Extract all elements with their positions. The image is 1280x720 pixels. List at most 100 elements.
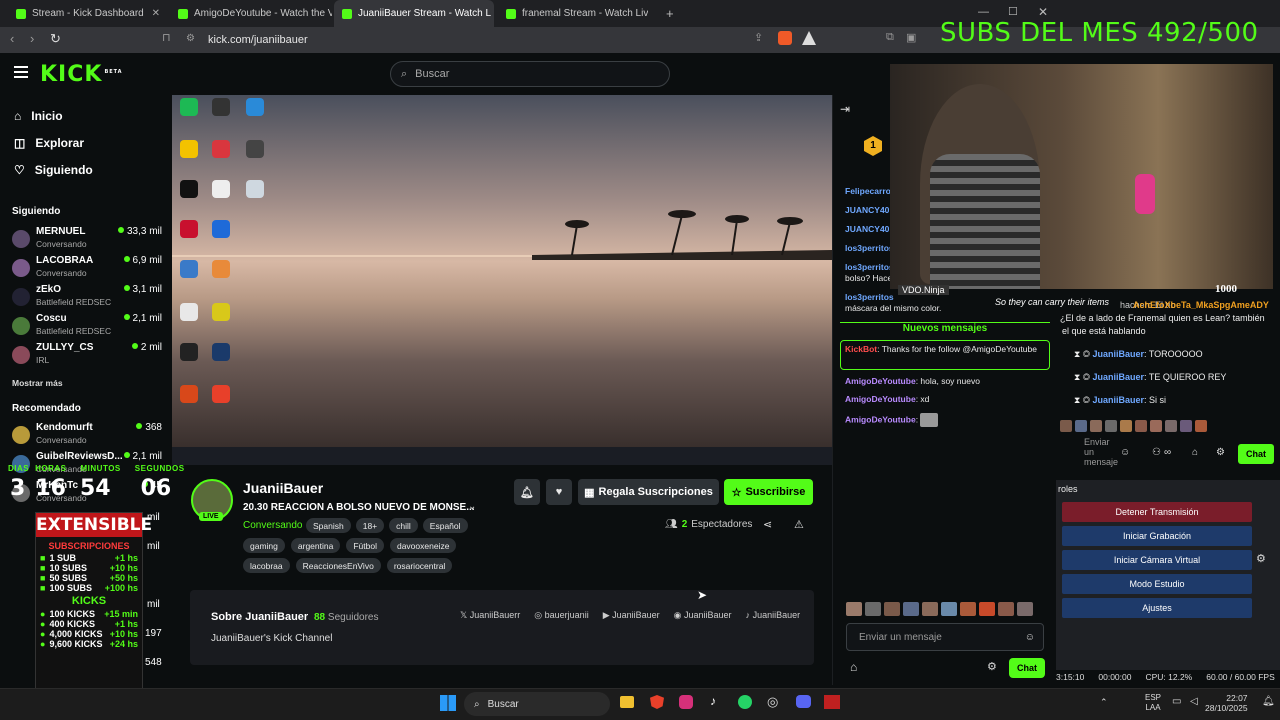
clock[interactable]: 22:07 28/10/2025 — [1205, 693, 1248, 713]
sidebar-channel-zullyy[interactable]: ZULLYY_CS IRL 2 mil — [12, 342, 162, 370]
obs-icon[interactable] — [180, 343, 198, 361]
windows-start-icon[interactable] — [440, 695, 456, 711]
app-icon[interactable] — [180, 180, 198, 198]
studio-mode-button[interactable]: Modo Estudio — [1062, 574, 1252, 594]
discord-icon[interactable] — [796, 695, 811, 708]
new-messages-divider[interactable]: Nuevos mensajes — [840, 322, 1050, 334]
notifications-button[interactable]: 🔔︎ — [514, 479, 540, 505]
file-icon[interactable] — [212, 180, 230, 198]
network-icon[interactable]: ▭ — [1172, 696, 1181, 707]
app-icon[interactable] — [824, 695, 840, 709]
channel-name[interactable]: JuaniiBauer — [243, 480, 323, 496]
gift-subs-button[interactable]: ▦ Regala Suscripciones — [578, 479, 719, 505]
show-more-link[interactable]: Mostrar más — [12, 378, 63, 388]
url-field[interactable]: kick.com/juaniibauer — [208, 34, 308, 46]
maximize-icon[interactable]: ☐ — [1008, 5, 1018, 18]
instagram-icon[interactable] — [679, 695, 693, 709]
app-icon[interactable] — [212, 260, 230, 278]
x-link[interactable]: 𝕏 JuaniiBauerr — [460, 610, 520, 621]
minimize-icon[interactable]: — — [978, 6, 989, 18]
spotify-icon[interactable] — [180, 98, 198, 116]
site-info-icon[interactable]: ⚙ — [186, 33, 195, 44]
follow-button[interactable]: ♥ — [546, 479, 572, 505]
app-icon[interactable] — [212, 220, 230, 238]
start-recording-button[interactable]: Iniciar Grabación — [1062, 526, 1252, 546]
nav-inicio[interactable]: ⌂ Inicio — [14, 109, 63, 123]
app-icon[interactable] — [180, 385, 198, 403]
extensions-icon[interactable]: ⧉ — [886, 31, 894, 44]
bookmark-icon[interactable]: ⊓ — [162, 31, 171, 44]
edge-icon[interactable] — [246, 98, 264, 116]
stop-stream-button[interactable]: Detener Transmisión — [1062, 502, 1252, 522]
tag[interactable]: ReaccionesEnVivo — [295, 558, 381, 573]
share-icon[interactable]: ⇪ — [754, 31, 763, 44]
tag[interactable]: argentina — [290, 538, 341, 553]
language-indicator[interactable]: ESP LAA — [1145, 693, 1161, 713]
file-explorer-icon[interactable] — [620, 696, 634, 708]
browser-tab[interactable]: AmigoDeYoutube - Watch the VOD o — [170, 0, 332, 27]
tiktok-link[interactable]: ♪ JuaniiBauer — [746, 610, 801, 621]
settings-icon[interactable]: ⚙ — [987, 660, 997, 673]
brave-shield-icon[interactable] — [778, 31, 792, 45]
recycle-bin-icon[interactable] — [246, 180, 264, 198]
back-icon[interactable]: ‹ — [10, 31, 14, 46]
obs-chat-input[interactable]: Enviar un mensaje — [1084, 437, 1120, 467]
tag[interactable]: rosariocentral — [386, 558, 453, 573]
brave-icon[interactable] — [212, 385, 230, 403]
tiktok-icon[interactable]: ♪ — [710, 694, 716, 708]
browser-tab-active[interactable]: JuaniiBauer Stream - Watch L✕ — [334, 0, 494, 27]
tag[interactable]: lacobraa — [243, 558, 290, 573]
users-icon[interactable]: ⚇ — [1152, 447, 1161, 458]
sidebar-channel-kendomurft[interactable]: Kendomurft Conversando 368 — [12, 422, 162, 450]
stream-category[interactable]: Conversando — [243, 520, 302, 531]
tag[interactable]: chill — [389, 518, 418, 533]
nav-explorar[interactable]: ◫ Explorar — [14, 136, 84, 150]
emote-icon[interactable]: ☺ — [1120, 447, 1130, 458]
settings-button[interactable]: Ajustes — [1062, 598, 1252, 618]
volume-icon[interactable]: ◁ — [1190, 696, 1198, 707]
nav-siguiendo[interactable]: ♡ Siguiendo — [14, 163, 93, 177]
chat-input[interactable]: Enviar un mensaje ☺ — [846, 623, 1044, 651]
new-tab-icon[interactable]: + — [666, 6, 674, 21]
video-player[interactable] — [172, 95, 832, 465]
start-virtual-camera-button[interactable]: Iniciar Cámara Virtual — [1062, 550, 1252, 570]
instagram-link[interactable]: ◎ bauerjuanii — [534, 610, 588, 621]
chevron-up-icon[interactable]: ⌃ — [1100, 697, 1108, 708]
app-icon[interactable] — [246, 140, 264, 158]
tag[interactable]: 18+ — [355, 518, 385, 533]
browser-tab[interactable]: Stream - Kick Dashboard ✕ — [8, 0, 168, 27]
obs-chat-button[interactable]: Chat — [1238, 444, 1274, 464]
sidebar-channel-coscu[interactable]: Coscu Battlefield REDSEC 2,1 mil — [12, 313, 162, 341]
sidebar-channel-mernuel[interactable]: MERNUEL Conversando 33,3 mil — [12, 226, 162, 254]
settings-icon[interactable]: ⚙ — [1216, 447, 1225, 458]
store-icon[interactable]: ⌂ — [1192, 447, 1198, 458]
emote-bar[interactable] — [846, 602, 1046, 618]
browser-tab[interactable]: franemal Stream - Watch Live on — [498, 0, 648, 27]
sidebar-channel-lacobraa[interactable]: LACOBRAA Conversando 6,9 mil — [12, 255, 162, 283]
virtual-camera-settings-icon[interactable]: ⚙ — [1256, 552, 1266, 565]
search-input[interactable]: ⌕ Buscar — [390, 61, 670, 87]
notifications-icon[interactable]: 🔔︎ — [1262, 696, 1275, 707]
whatsapp-icon[interactable] — [738, 695, 752, 709]
sidebar-channel-zeko[interactable]: zEkO Battlefield REDSEC 3,1 mil — [12, 284, 162, 312]
menu-icon[interactable] — [14, 66, 28, 78]
app-icon[interactable] — [212, 98, 230, 116]
tag[interactable]: davooxeneize — [389, 538, 457, 553]
taskbar-search[interactable]: ⌕ Buscar — [464, 692, 610, 716]
forward-icon[interactable]: › — [30, 31, 34, 46]
sidebar-icon[interactable]: ▣ — [906, 31, 916, 44]
kick-logo[interactable]: KICK BETA — [40, 62, 123, 87]
obs-emote-bar[interactable] — [1060, 420, 1240, 436]
discord-link[interactable]: ◉ JuaniiBauer — [674, 610, 732, 621]
share-icon[interactable]: ⋖ — [763, 518, 772, 531]
app-icon[interactable] — [212, 303, 230, 321]
close-window-icon[interactable]: ✕ — [1038, 5, 1048, 19]
tag[interactable]: gaming — [243, 538, 285, 553]
file-icon[interactable] — [180, 303, 198, 321]
subscribe-button[interactable]: ☆ Suscribirse — [724, 479, 813, 505]
collapse-chat-icon[interactable]: ⇥ — [840, 102, 850, 116]
store-icon[interactable]: ⌂ — [850, 660, 857, 674]
chevron-down-icon[interactable]: ⌄ — [468, 501, 476, 512]
tag[interactable]: Español — [422, 518, 468, 533]
link-icon[interactable]: ∞ — [1164, 447, 1171, 458]
